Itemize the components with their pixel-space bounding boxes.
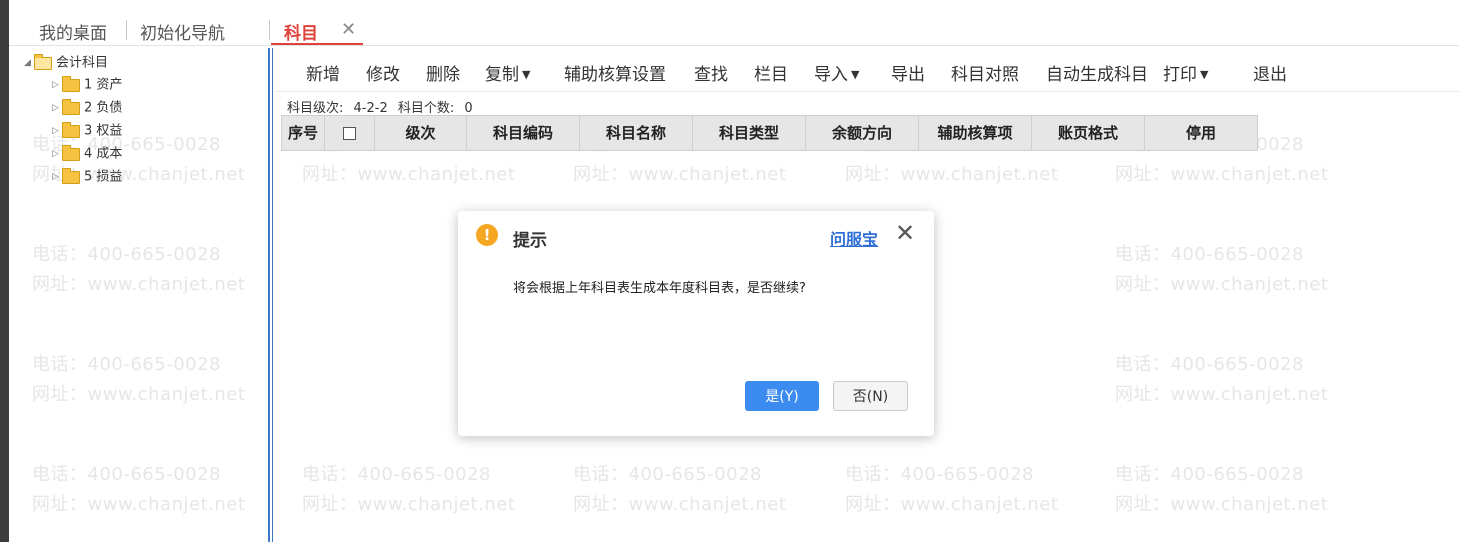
copy-dropdown[interactable]: 复制 ▼ [485,60,530,85]
edit-button[interactable]: 修改 [366,60,400,85]
auto-generate-button[interactable]: 自动生成科目 [1046,60,1148,85]
watermark-site: 网址：www.chanjet.net [1115,274,1329,295]
count-value: 0 [464,101,473,116]
tree-item-pnl[interactable]: ▷ 5 损益 [52,167,123,186]
help-link[interactable]: 问服宝 [830,226,878,250]
level-value: 4-2-2 [353,101,388,116]
watermark-phone: 电话：400-665-0028 [845,464,1035,485]
table-header: 序号 级次 科目编码 科目名称 科目类型 余额方向 辅助核算项 账页格式 停用 [281,115,1258,151]
watermark-phone: 电话：400-665-0028 [302,464,492,485]
yes-button[interactable]: 是(Y) [745,381,819,411]
import-label: 导入 [814,65,848,85]
delete-button[interactable]: 删除 [426,60,460,85]
count-label: 科目个数: [397,101,455,116]
watermark-site: 网址：www.chanjet.net [1115,164,1329,185]
watermark-site: 网址：www.chanjet.net [1115,384,1329,405]
chevron-down-icon: ▼ [851,68,860,81]
find-button[interactable]: 查找 [694,60,728,85]
expand-arrow-icon[interactable]: ▷ [52,76,62,94]
tree-item-label: 5 损益 [84,169,123,185]
column-level[interactable]: 级次 [375,116,467,150]
import-dropdown[interactable]: 导入 ▼ [814,60,859,85]
dialog-message: 将会根据上年科目表生成本年度科目表，是否继续? [513,281,806,296]
export-button[interactable]: 导出 [891,60,925,85]
watermark-phone: 电话：400-665-0028 [1115,354,1305,375]
select-all-checkbox[interactable] [343,127,356,140]
dialog-title: 提示 [513,231,547,251]
toolbar: 新增 修改 删除 复制 ▼ 辅助核算设置 查找 栏目 导入 ▼ 导出 科目对照 自动… [275,55,1459,92]
chevron-down-icon: ▼ [522,68,531,81]
watermark-site: 网址：www.chanjet.net [302,494,516,515]
level-label: 科目级次: [287,101,344,116]
tab-separator [269,20,270,40]
expand-arrow-icon[interactable]: ▷ [52,145,62,163]
column-disabled[interactable]: 停用 [1145,116,1257,150]
folder-icon [62,167,80,184]
tab-init-nav[interactable]: 初始化导航 [140,19,225,44]
tree-item-label: 4 成本 [84,146,123,162]
column-code[interactable]: 科目编码 [467,116,580,150]
column-aux-items[interactable]: 辅助核算项 [919,116,1032,150]
tree-item-assets[interactable]: ▷ 1 资产 [52,75,123,94]
watermark-phone: 电话：400-665-0028 [573,464,763,485]
watermark-site: 网址：www.chanjet.net [845,494,1059,515]
tree-item-label: 1 资产 [84,77,123,93]
watermark-site: 网址：www.chanjet.net [573,164,787,185]
close-icon[interactable]: ✕ [341,19,356,40]
account-mapping-button[interactable]: 科目对照 [951,60,1019,85]
watermark-site: 网址：www.chanjet.net [302,164,516,185]
column-select-all[interactable] [325,116,375,150]
warning-icon: ! [476,224,498,246]
collapse-arrow-icon[interactable]: ◢ [24,54,34,72]
folder-icon [62,75,80,92]
tree-root[interactable]: ◢ 会计科目 [24,53,109,72]
column-balance-direction[interactable]: 余额方向 [806,116,919,150]
panel-splitter[interactable] [268,48,273,542]
tree-item-label: 2 负债 [84,100,123,116]
copy-label: 复制 [485,65,519,85]
folder-icon [62,98,80,115]
tree-item-cost[interactable]: ▷ 4 成本 [52,144,123,163]
account-info-line: 科目级次: 4-2-2 科目个数: 0 [287,97,479,116]
expand-arrow-icon[interactable]: ▷ [52,122,62,140]
folder-open-icon [34,53,52,70]
expand-arrow-icon[interactable]: ▷ [52,168,62,186]
tree-item-label: 3 权益 [84,123,123,139]
column-type[interactable]: 科目类型 [693,116,806,150]
chevron-down-icon: ▼ [1200,68,1209,81]
expand-arrow-icon[interactable]: ▷ [52,99,62,117]
tree-root-label: 会计科目 [56,55,109,71]
folder-icon [62,121,80,138]
columns-button[interactable]: 栏目 [754,60,788,85]
folder-icon [62,144,80,161]
watermark-phone: 电话：400-665-0028 [1115,464,1305,485]
watermark-site: 网址：www.chanjet.net [845,164,1059,185]
exit-button[interactable]: 退出 [1253,60,1287,85]
window-left-edge [0,0,9,542]
add-button[interactable]: 新增 [306,60,340,85]
print-label: 打印 [1163,65,1197,85]
watermark-site: 网址：www.chanjet.net [573,494,787,515]
confirm-dialog: ! 提示 问服宝 ✕ 将会根据上年科目表生成本年度科目表，是否继续? 是(Y) … [458,211,934,436]
tree-item-equity[interactable]: ▷ 3 权益 [52,121,123,140]
no-button[interactable]: 否(N) [833,381,908,411]
top-tab-bar: 我的桌面 初始化导航 科目 ✕ [9,0,1459,46]
watermark-phone: 电话：400-665-0028 [1115,244,1305,265]
column-seq[interactable]: 序号 [282,116,325,150]
tab-separator [126,20,127,40]
column-name[interactable]: 科目名称 [580,116,693,150]
aux-accounting-setting-button[interactable]: 辅助核算设置 [564,60,666,85]
watermark-site: 网址：www.chanjet.net [1115,494,1329,515]
tab-accounts[interactable]: 科目 [284,19,318,44]
print-dropdown[interactable]: 打印 ▼ [1163,60,1208,85]
tree-item-liabilities[interactable]: ▷ 2 负债 [52,98,123,117]
column-ledger-format[interactable]: 账页格式 [1032,116,1145,150]
tab-my-desktop[interactable]: 我的桌面 [39,19,107,44]
close-icon[interactable]: ✕ [895,220,915,246]
account-tree: ◢ 会计科目 ▷ 1 资产 ▷ 2 负债 ▷ 3 权益 ▷ 4 成本 ▷ 5 损益 [22,53,267,542]
